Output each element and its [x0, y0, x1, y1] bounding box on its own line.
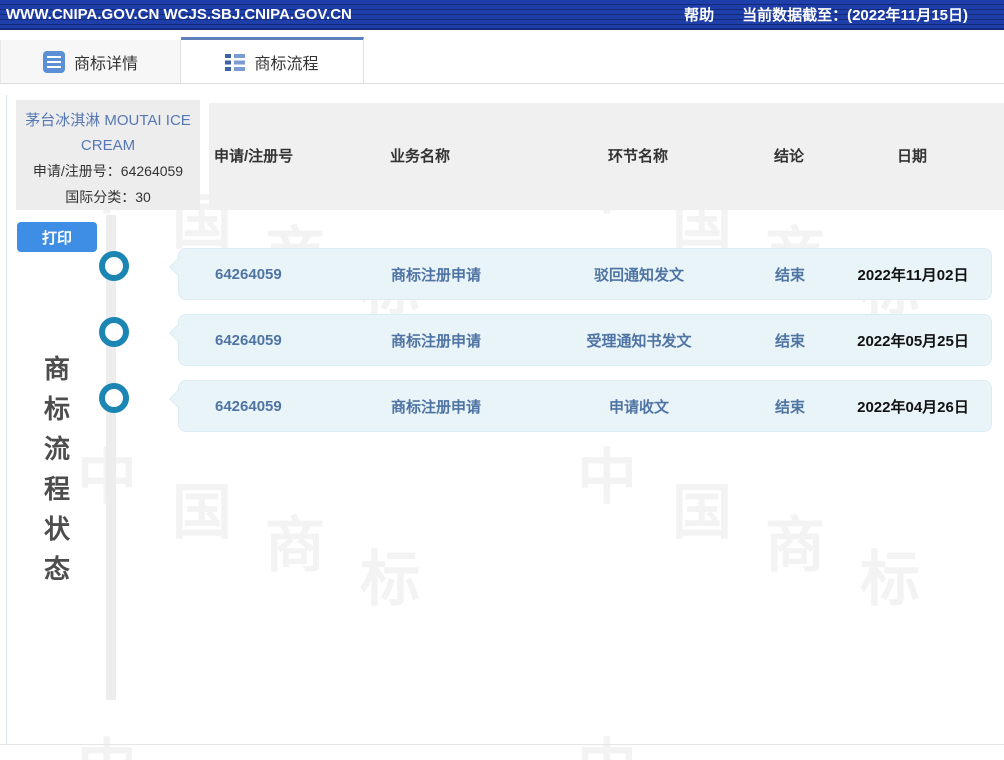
col-header-business-name: 业务名称: [390, 148, 451, 165]
cell-business-name: 商标注册申请: [391, 266, 482, 284]
cell-application-no: 64264059: [215, 331, 282, 349]
timeline-node-icon: [99, 317, 129, 347]
trademark-name: 茅台冰淇淋 MOUTAI ICE CREAM: [25, 112, 191, 154]
title-char: 标: [43, 394, 70, 424]
content-bottom-border: [0, 744, 1004, 745]
cell-business-name: 商标注册申请: [391, 332, 482, 350]
cell-application-no: 64264059: [215, 397, 282, 415]
watermark-char: 国: [172, 479, 232, 546]
application-number: 申请/注册号：64264059: [32, 163, 184, 179]
cell-conclusion: 结束: [774, 332, 805, 350]
title-char: 态: [43, 554, 70, 584]
watermark-group: 中 国 商 标: [577, 448, 937, 618]
data-cutoff-text: 当前数据截至：(2022年11月15日): [742, 6, 968, 24]
watermark-char: 中: [77, 738, 137, 760]
watermark-group: 中 国: [577, 738, 937, 760]
print-button[interactable]: 打印: [17, 222, 97, 252]
title-char: 流: [43, 434, 70, 464]
list-icon: [225, 52, 246, 72]
table-row: 64264059 商标注册申请 受理通知书发文 结束 2022年05月25日: [178, 314, 992, 366]
cell-application-no: 64264059: [215, 265, 282, 283]
international-class: 国际分类：30: [65, 189, 151, 205]
col-header-date: 日期: [896, 148, 927, 165]
watermark-char: 商: [765, 512, 825, 579]
cell-conclusion: 结束: [774, 266, 805, 284]
timeline-bar: [106, 215, 116, 700]
title-char: 状: [43, 514, 70, 544]
watermark-char: 国: [672, 479, 732, 546]
document-icon: [42, 50, 65, 73]
watermark-char: 中: [577, 444, 637, 511]
tab-details-label: 商标详情: [73, 55, 138, 73]
watermark-char: 中: [577, 738, 637, 760]
page: 中 国 商 标 中 国 商 标 中 国 商 标 中 国 商 标 中 国 中 国 …: [0, 0, 1004, 760]
timeline-node-icon: [99, 251, 129, 281]
table-row: 64264059 商标注册申请 驳回通知发文 结束 2022年11月02日: [178, 248, 992, 300]
cell-date: 2022年05月25日: [857, 332, 969, 350]
table-header-row: 申请/注册号 业务名称 环节名称 结论 日期: [178, 145, 992, 166]
tab-bar: 商标详情 商标流程: [0, 37, 1004, 84]
col-header-application-no: 申请/注册号: [214, 148, 294, 165]
watermark-group: 中 国 商 标: [77, 448, 437, 618]
tab-trademark-flow[interactable]: 商标流程: [181, 37, 364, 83]
cell-date: 2022年11月02日: [857, 266, 969, 284]
top-bar: WWW.CNIPA.GOV.CN WCJS.SBJ.CNIPA.GOV.CN 帮…: [0, 0, 1004, 30]
cell-step-name: 受理通知书发文: [586, 332, 692, 350]
col-header-step-name: 环节名称: [607, 148, 668, 165]
timeline-node-icon: [99, 383, 129, 413]
top-bar-right: 帮助 当前数据截至：(2022年11月15日): [684, 4, 1004, 25]
watermark-char: 商: [265, 512, 325, 579]
cell-date: 2022年04月26日: [857, 398, 969, 416]
tab-flow-label: 商标流程: [254, 55, 319, 73]
cell-conclusion: 结束: [774, 398, 805, 416]
site-address-text: WWW.CNIPA.GOV.CN WCJS.SBJ.CNIPA.GOV.CN: [6, 5, 352, 23]
table-row: 64264059 商标注册申请 申请收文 结束 2022年04月26日: [178, 380, 992, 432]
title-char: 商: [43, 354, 70, 384]
title-char: 程: [43, 474, 70, 504]
col-header-conclusion: 结论: [773, 148, 804, 165]
content-left-border: [6, 95, 7, 744]
cell-step-name: 驳回通知发文: [593, 266, 684, 284]
cell-business-name: 商标注册申请: [391, 398, 482, 416]
help-link[interactable]: 帮助: [684, 4, 714, 25]
watermark-group: 中 国: [77, 738, 437, 760]
trademark-info-card: 茅台冰淇淋 MOUTAI ICE CREAM 申请/注册号：64264059 国…: [16, 100, 200, 210]
cell-step-name: 申请收文: [608, 398, 669, 416]
watermark-char: 标: [860, 546, 920, 613]
tab-trademark-details[interactable]: 商标详情: [0, 40, 181, 83]
watermark-char: 标: [360, 546, 420, 613]
page-title-vertical: 商 标 流 程 状 态: [41, 356, 73, 583]
